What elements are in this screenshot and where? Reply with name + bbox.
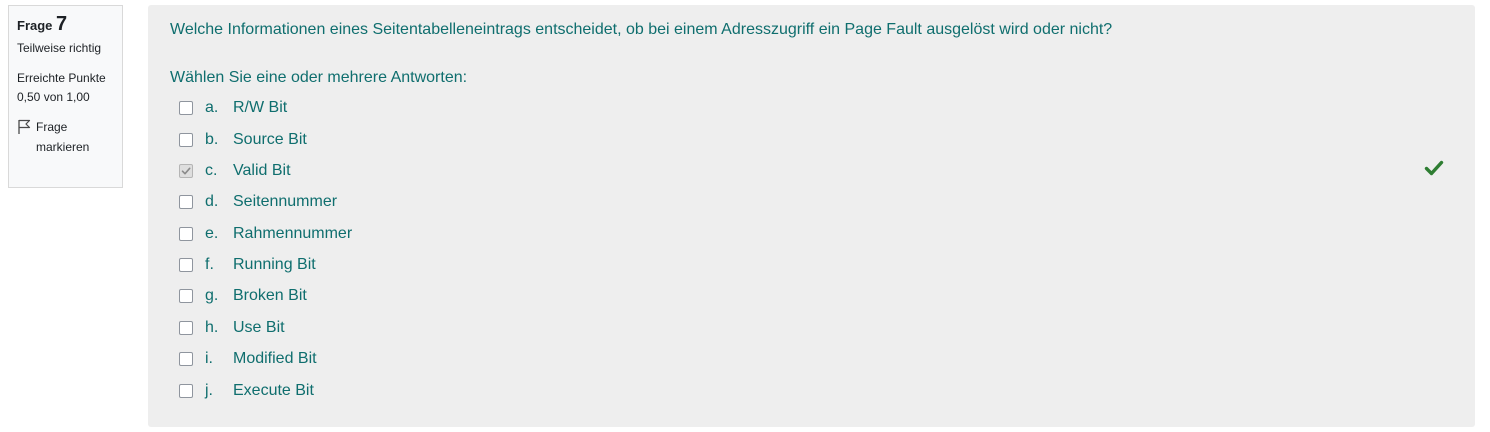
answer-letter: b. [205,131,219,148]
answer-option-j[interactable]: j. Execute Bit [179,380,314,402]
answer-label: Valid Bit [233,162,291,179]
answer-checkbox[interactable] [179,321,193,335]
answer-option-f[interactable]: f. Running Bit [179,254,316,276]
answer-prompt: Wählen Sie eine oder mehrere Antworten: [170,69,468,86]
answer-label: Source Bit [233,131,307,148]
answer-option-d[interactable]: d. Seitennummer [179,191,337,213]
answer-letter: a. [205,99,219,116]
question-info-panel: Frage 7 Teilweise richtig Erreichte Punk… [8,5,123,188]
answer-label: Modified Bit [233,350,317,367]
answer-label: R/W Bit [233,99,288,116]
answer-label: Use Bit [233,319,285,336]
flag-question-link[interactable]: Frage markieren [17,117,114,157]
checkbox-check-icon [181,167,191,175]
answer-checkbox[interactable] [179,258,193,272]
answer-label: Rahmennummer [233,225,353,242]
answer-letter: g. [205,287,219,304]
answer-option-b[interactable]: b. Source Bit [179,129,307,151]
question-text: Welche Informationen eines Seitentabelle… [170,21,1113,38]
question-grade: Erreichte Punkte 0,50 von 1,00 [17,71,106,104]
flag-label-line1: Frage [36,120,68,134]
answer-checkbox[interactable] [179,101,193,115]
answer-checkbox[interactable] [179,227,193,241]
question-number: 7 [56,13,68,35]
question-state: Teilweise richtig [17,41,102,55]
answer-letter: d. [205,193,219,210]
answer-option-e[interactable]: e. Rahmennummer [179,223,352,245]
answer-letter: h. [205,319,219,336]
answer-checkbox[interactable] [179,352,193,366]
answer-option-g[interactable]: g. Broken Bit [179,285,307,307]
question-content: Welche Informationen eines Seitentabelle… [148,5,1475,427]
answer-letter: c. [205,162,218,179]
answer-option-a[interactable]: a. R/W Bit [179,97,287,119]
flag-icon [18,119,31,134]
check-icon [1424,160,1444,176]
answer-letter: f. [205,256,214,273]
answer-letter: e. [205,225,219,242]
question-number-heading: Frage 7 [17,13,114,37]
answer-checkbox[interactable] [179,289,193,303]
answer-checkbox[interactable] [179,133,193,147]
answer-letter: j. [205,382,213,399]
answer-label: Seitennummer [233,193,338,210]
answer-checkbox-checked[interactable] [179,164,193,178]
answer-option-h[interactable]: h. Use Bit [179,317,285,339]
answer-checkbox[interactable] [179,384,193,398]
flag-label-line2: markieren [36,140,90,154]
question-label: Frage [17,18,53,33]
answer-label: Broken Bit [233,287,307,304]
answer-option-i[interactable]: i. Modified Bit [179,348,317,370]
answer-letter: i. [205,350,213,367]
answer-checkbox[interactable] [179,195,193,209]
answer-label: Execute Bit [233,382,314,399]
flag-label: Frage markieren [36,117,89,157]
answer-option-c[interactable]: c. Valid Bit [179,160,291,182]
answer-label: Running Bit [233,256,316,273]
